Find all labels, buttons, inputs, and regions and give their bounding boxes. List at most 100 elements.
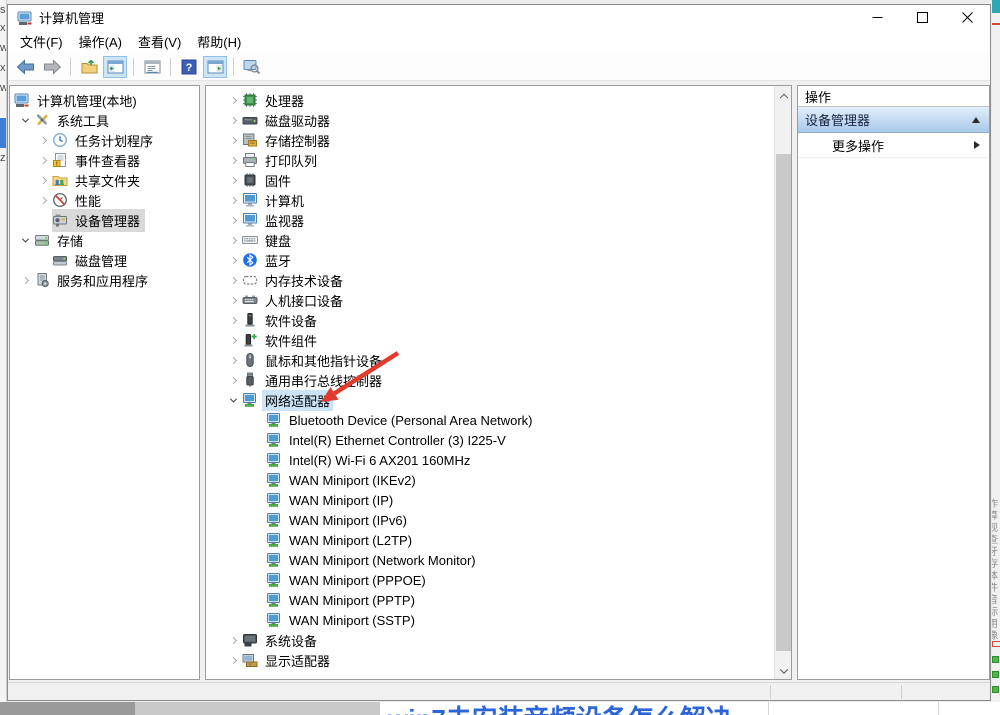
tree-item[interactable]: 人机接口设备	[206, 290, 776, 310]
console-tree-pane: 计算机管理(本地)系统工具任务计划程序事件查看器共享文件夹性能设备管理器存储磁盘…	[9, 85, 200, 680]
menu-item-file[interactable]: 文件(F)	[12, 29, 71, 54]
background-fragment	[768, 702, 769, 715]
chevron-right-icon[interactable]	[224, 91, 242, 109]
tree-item[interactable]: 任务计划程序	[10, 130, 199, 150]
chevron-right-icon[interactable]	[224, 151, 242, 169]
tree-item[interactable]: 系统设备	[206, 630, 776, 650]
scroll-down-button[interactable]	[775, 662, 792, 679]
chevron-right-icon[interactable]	[224, 131, 242, 149]
chevron-right-icon[interactable]	[224, 371, 242, 389]
chevron-right-icon[interactable]	[224, 271, 242, 289]
tree-item[interactable]: 软件组件	[206, 330, 776, 350]
menu-item-view[interactable]: 查看(V)	[130, 29, 189, 54]
tree-item[interactable]: 蓝牙	[206, 250, 776, 270]
tree-item[interactable]: Bluetooth Device (Personal Area Network)	[206, 410, 776, 430]
tree-item[interactable]: 磁盘驱动器	[206, 110, 776, 130]
tree-item[interactable]: 打印队列	[206, 150, 776, 170]
chevron-right-icon[interactable]	[34, 191, 52, 209]
chevron-down-icon[interactable]	[16, 231, 34, 249]
chevron-right-icon[interactable]	[224, 171, 242, 189]
tree-item-label: Intel(R) Ethernet Controller (3) I225-V	[286, 432, 509, 449]
tree-item[interactable]: WAN Miniport (IKEv2)	[206, 470, 776, 490]
processor-icon	[242, 92, 262, 108]
tree-item[interactable]: 存储	[10, 230, 199, 250]
chevron-right-icon[interactable]	[34, 131, 52, 149]
export-list-button[interactable]	[77, 56, 101, 78]
tree-item-label: 磁盘管理	[72, 250, 130, 271]
tree-item[interactable]: WAN Miniport (L2TP)	[206, 530, 776, 550]
tree-item-label: 蓝牙	[262, 250, 294, 271]
tree-item-label: 内存技术设备	[262, 270, 346, 291]
tree-item-label: 计算机	[262, 190, 307, 211]
tree-item[interactable]: WAN Miniport (PPPOE)	[206, 570, 776, 590]
background-fragment	[992, 656, 999, 663]
tree-item[interactable]: 键盘	[206, 230, 776, 250]
action-pane-toggle-button[interactable]	[203, 56, 227, 78]
status-bar-divider	[770, 685, 771, 699]
tree-item-label: WAN Miniport (PPTP)	[286, 592, 418, 609]
console-tree-toggle-button[interactable]	[103, 56, 127, 78]
tree-item[interactable]: 鼠标和其他指针设备	[206, 350, 776, 370]
collapse-triangle-icon[interactable]	[972, 117, 980, 123]
chevron-right-icon[interactable]	[224, 191, 242, 209]
menu-item-help[interactable]: 帮助(H)	[189, 29, 249, 54]
chevron-right-icon[interactable]	[224, 351, 242, 369]
chevron-right-icon[interactable]	[224, 651, 242, 669]
tree-item[interactable]: WAN Miniport (IP)	[206, 490, 776, 510]
tree-item[interactable]: 处理器	[206, 90, 776, 110]
vertical-scrollbar[interactable]	[774, 86, 791, 679]
tree-item[interactable]: 性能	[10, 190, 199, 210]
tree-item[interactable]: 固件	[206, 170, 776, 190]
chevron-down-icon[interactable]	[16, 111, 34, 129]
tree-item[interactable]: 通用串行总线控制器	[206, 370, 776, 390]
chevron-right-icon[interactable]	[34, 151, 52, 169]
tree-item[interactable]: 内存技术设备	[206, 270, 776, 290]
tree-item[interactable]: 磁盘管理	[10, 250, 199, 270]
tree-item[interactable]: 存储控制器	[206, 130, 776, 150]
help-button[interactable]: ?	[177, 56, 201, 78]
tree-item[interactable]: 事件查看器	[10, 150, 199, 170]
minimize-button[interactable]	[855, 5, 900, 30]
device-manager-section-header[interactable]: 设备管理器	[798, 107, 989, 133]
tree-item[interactable]: 计算机管理(本地)	[10, 90, 199, 110]
tree-item[interactable]: WAN Miniport (PPTP)	[206, 590, 776, 610]
tree-item[interactable]: WAN Miniport (IPv6)	[206, 510, 776, 530]
more-actions-item[interactable]: 更多操作	[798, 133, 989, 158]
chevron-right-icon[interactable]	[224, 111, 242, 129]
remote-monitor-button[interactable]	[240, 56, 264, 78]
tree-item[interactable]: WAN Miniport (Network Monitor)	[206, 550, 776, 570]
tree-item[interactable]: 设备管理器	[10, 210, 199, 230]
chevron-right-icon[interactable]	[224, 291, 242, 309]
chevron-down-icon[interactable]	[224, 391, 242, 409]
chevron-right-icon[interactable]	[224, 231, 242, 249]
tree-item[interactable]: Intel(R) Ethernet Controller (3) I225-V	[206, 430, 776, 450]
tree-item[interactable]: 监视器	[206, 210, 776, 230]
close-button[interactable]	[945, 5, 990, 30]
scroll-up-button[interactable]	[775, 86, 792, 103]
chevron-right-icon[interactable]	[224, 211, 242, 229]
tree-item[interactable]: 显示适配器	[206, 650, 776, 670]
tree-item[interactable]: 系统工具	[10, 110, 199, 130]
tree-item[interactable]: 服务和应用程序	[10, 270, 199, 290]
tree-item[interactable]: 计算机	[206, 190, 776, 210]
maximize-button[interactable]	[900, 5, 945, 30]
chevron-right-icon[interactable]	[224, 251, 242, 269]
back-button[interactable]	[14, 56, 38, 78]
tree-item[interactable]: 软件设备	[206, 310, 776, 330]
chevron-right-icon[interactable]	[16, 271, 34, 289]
scrollbar-thumb[interactable]	[776, 154, 791, 651]
forward-button[interactable]	[40, 56, 64, 78]
chevron-right-icon[interactable]	[224, 311, 242, 329]
properties-button[interactable]	[140, 56, 164, 78]
tree-item-label: WAN Miniport (PPPOE)	[286, 572, 429, 589]
tree-item-label: 性能	[72, 190, 104, 211]
usb-icon	[242, 372, 262, 388]
tree-item[interactable]: 共享文件夹	[10, 170, 199, 190]
tree-item[interactable]: Intel(R) Wi-Fi 6 AX201 160MHz	[206, 450, 776, 470]
chevron-right-icon[interactable]	[34, 171, 52, 189]
tree-item[interactable]: WAN Miniport (SSTP)	[206, 610, 776, 630]
tree-item[interactable]: 网络适配器	[206, 390, 776, 410]
menu-item-action[interactable]: 操作(A)	[71, 29, 130, 54]
chevron-right-icon[interactable]	[224, 331, 242, 349]
chevron-right-icon[interactable]	[224, 631, 242, 649]
